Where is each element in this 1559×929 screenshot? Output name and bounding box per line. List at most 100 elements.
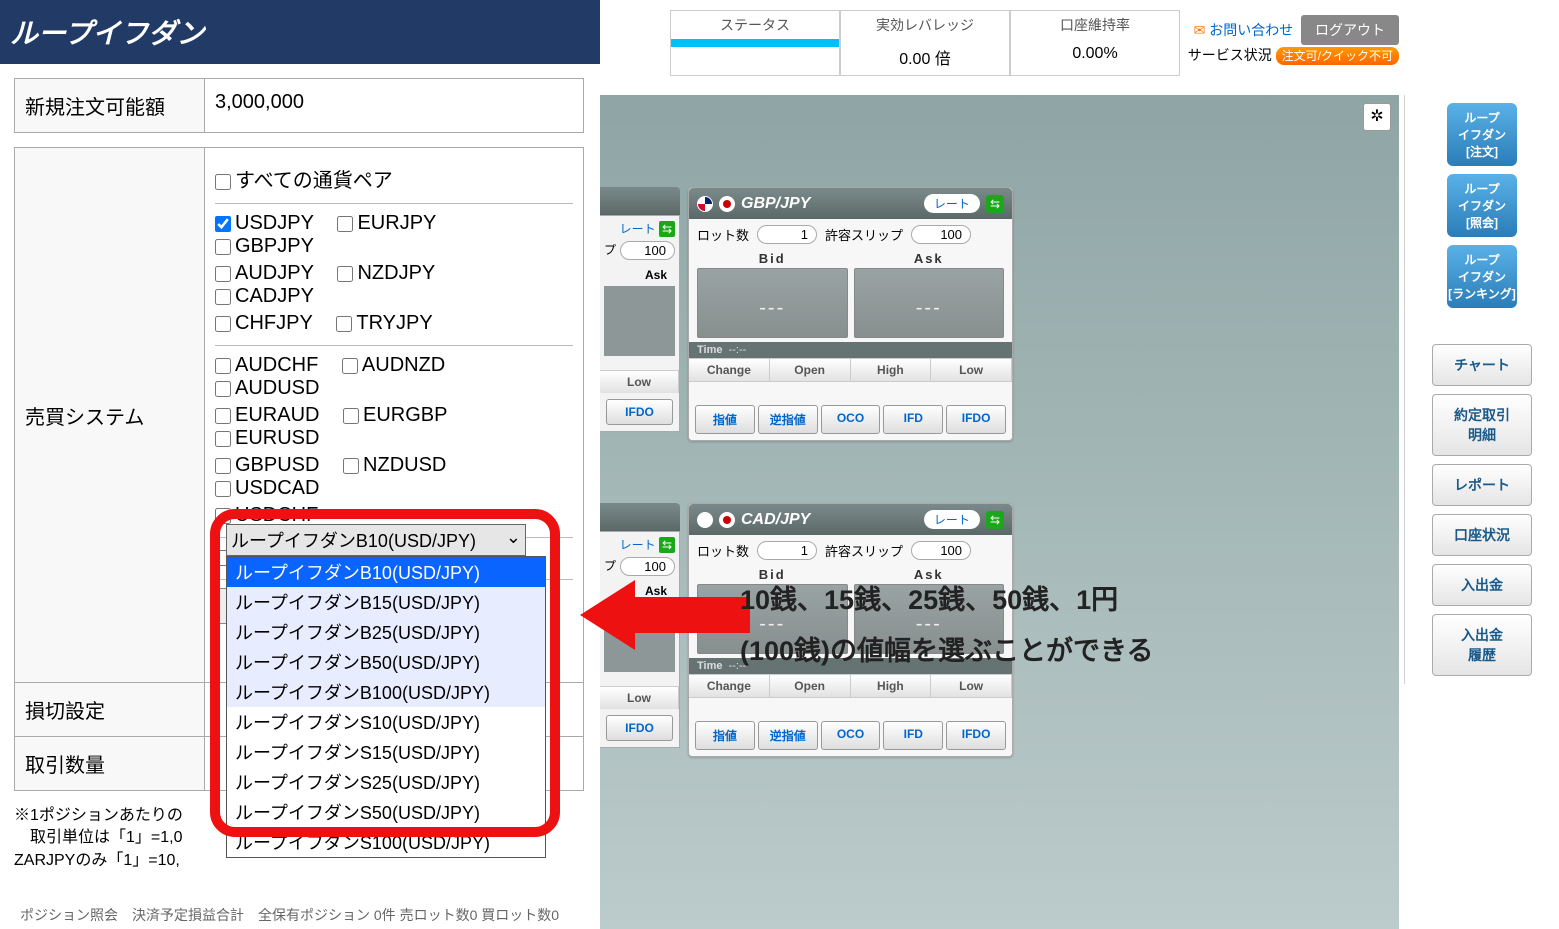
checkbox-cadjpy[interactable]: CADJPY <box>215 285 314 308</box>
lot-input[interactable] <box>757 541 817 560</box>
ask-label: Ask <box>600 580 679 602</box>
change-label: Change <box>689 359 770 381</box>
sync-icon[interactable]: ⇆ <box>986 195 1004 213</box>
checkbox-nzdjpy[interactable]: NZDJPY <box>337 262 435 285</box>
dropdown-option[interactable]: ループイフダンB100(USD/JPY) <box>227 677 545 707</box>
leverage-value: 0.00 倍 <box>841 39 1009 75</box>
low-label: Low <box>931 675 1012 697</box>
checkbox-tryjpy[interactable]: TRYJPY <box>336 312 432 335</box>
flag-gb-icon <box>697 196 713 212</box>
side-account[interactable]: 口座状況 <box>1432 514 1532 556</box>
leverage-label: 実効レバレッジ <box>841 11 1009 39</box>
bottom-status: ポジション照会 決済予定損益合計 全保有ポジション 0件 売ロット数0 買ロット… <box>20 905 559 925</box>
amount-label: 新規注文可能額 <box>15 79 205 133</box>
side-loop-order[interactable]: ループイフダン[注文] <box>1447 103 1517 166</box>
checkbox-usdjpy[interactable]: USDJPY <box>215 212 314 235</box>
lot-input[interactable] <box>757 225 817 244</box>
side-deposit-history[interactable]: 入出金履歴 <box>1432 614 1532 676</box>
dropdown-option[interactable]: ループイフダンB50(USD/JPY) <box>227 647 545 677</box>
low-label: Low <box>600 687 679 709</box>
open-label: Open <box>770 675 851 697</box>
dropdown-option[interactable]: ループイフダンS50(USD/JPY) <box>227 797 545 827</box>
rate-button[interactable]: レート <box>924 194 980 213</box>
ifdo-button[interactable]: IFDO <box>946 721 1006 750</box>
side-nav: ループイフダン[注文] ループイフダン[照会] ループイフダン[ランキング] チ… <box>1404 95 1559 684</box>
stop-button[interactable]: 逆指値 <box>758 721 818 750</box>
side-chart[interactable]: チャート <box>1432 344 1532 386</box>
flag-jp-icon <box>719 196 735 212</box>
pair-label: GBP/JPY <box>741 195 918 213</box>
side-report[interactable]: レポート <box>1432 464 1532 506</box>
change-label: Change <box>689 675 770 697</box>
checkbox-euraud[interactable]: EURAUD <box>215 404 319 427</box>
stop-button[interactable]: 逆指値 <box>758 405 818 434</box>
settings-button[interactable]: ✲ <box>1363 103 1391 131</box>
ask-quote[interactable]: Ask--- <box>854 584 1005 654</box>
slip-input[interactable]: 100 <box>620 241 675 260</box>
checkbox-gbpjpy[interactable]: GBPJPY <box>215 235 314 258</box>
checkbox-audchf[interactable]: AUDCHF <box>215 354 318 377</box>
rate-button[interactable]: レート <box>924 510 980 529</box>
dropdown-option[interactable]: ループイフダンB15(USD/JPY) <box>227 587 545 617</box>
slip-input[interactable] <box>911 541 971 560</box>
oco-button[interactable]: OCO <box>821 721 881 750</box>
dropdown-option[interactable]: ループイフダンS10(USD/JPY) <box>227 707 545 737</box>
dropdown-option[interactable]: ループイフダンS100(USD/JPY) <box>227 827 545 857</box>
loss-label: 損切設定 <box>15 683 205 737</box>
low-label: Low <box>931 359 1012 381</box>
bid-quote[interactable]: Bid--- <box>697 268 848 338</box>
checkbox-all-pairs[interactable]: すべての通貨ペア <box>215 164 393 193</box>
high-label: High <box>851 359 932 381</box>
slip-input[interactable] <box>911 225 971 244</box>
gear-icon: ✲ <box>1370 108 1383 125</box>
limit-button[interactable]: 指値 <box>695 721 755 750</box>
oco-button[interactable]: OCO <box>821 405 881 434</box>
checkbox-eurjpy[interactable]: EURJPY <box>337 212 436 235</box>
ifdo-button[interactable]: IFDO <box>606 715 673 741</box>
open-label: Open <box>770 359 851 381</box>
system-dropdown[interactable]: ループイフダンB10(USD/JPY) ⌄ ループイフダンB10(USD/JPY… <box>226 524 546 858</box>
dropdown-option[interactable]: ループイフダンS25(USD/JPY) <box>227 767 545 797</box>
dropdown-selected[interactable]: ループイフダンB10(USD/JPY) ⌄ <box>226 524 526 556</box>
slip-input[interactable]: 100 <box>620 557 675 576</box>
checkbox-eurusd[interactable]: EURUSD <box>215 427 319 450</box>
checkbox-audusd[interactable]: AUDUSD <box>215 377 319 400</box>
checkbox-audjpy[interactable]: AUDJPY <box>215 262 314 285</box>
checkbox-audnzd[interactable]: AUDNZD <box>342 354 445 377</box>
ask-label: Ask <box>600 264 679 286</box>
limit-button[interactable]: 指値 <box>695 405 755 434</box>
ifd-button[interactable]: IFD <box>883 721 943 750</box>
checkbox-eurgbp[interactable]: EURGBP <box>343 404 447 427</box>
system-label: 売買システム <box>15 148 205 683</box>
bid-quote[interactable]: Bid--- <box>697 584 848 654</box>
side-loop-ranking[interactable]: ループイフダン[ランキング] <box>1447 245 1517 308</box>
checkbox-gbpusd[interactable]: GBPUSD <box>215 454 319 477</box>
sync-icon[interactable]: ⇆ <box>986 511 1004 529</box>
low-label: Low <box>600 371 679 393</box>
high-label: High <box>851 675 932 697</box>
checkbox-chfjpy[interactable]: CHFJPY <box>215 312 313 335</box>
dropdown-option[interactable]: ループイフダンB25(USD/JPY) <box>227 617 545 647</box>
ifd-button[interactable]: IFD <box>883 405 943 434</box>
side-deposit[interactable]: 入出金 <box>1432 564 1532 606</box>
qty-label: 取引数量 <box>15 737 205 791</box>
rate-panel-gbpjpy: GBP/JPY レート ⇆ ロット数 許容スリップ Bid--- Ask--- … <box>688 187 1013 441</box>
slip-label: 許容スリップ <box>825 225 903 244</box>
checkbox-nzdusd[interactable]: NZDUSD <box>343 454 446 477</box>
side-loop-inquiry[interactable]: ループイフダン[照会] <box>1447 174 1517 237</box>
flag-ca-icon <box>697 512 713 528</box>
lot-label: ロット数 <box>697 225 749 244</box>
dropdown-option[interactable]: ループイフダンS15(USD/JPY) <box>227 737 545 767</box>
pair-label: CAD/JPY <box>741 511 918 529</box>
side-execution[interactable]: 約定取引明細 <box>1432 394 1532 456</box>
ifdo-button[interactable]: IFDO <box>946 405 1006 434</box>
logout-button[interactable]: ログアウト <box>1301 15 1399 45</box>
ask-quote[interactable]: Ask--- <box>854 268 1005 338</box>
inquiry-link[interactable]: お問い合わせ <box>1209 22 1293 38</box>
checkbox-usdcad[interactable]: USDCAD <box>215 477 319 500</box>
margin-label: 口座維持率 <box>1011 11 1179 39</box>
ifdo-button[interactable]: IFDO <box>606 399 673 425</box>
service-status-label: サービス状況 <box>1188 47 1272 63</box>
dropdown-option[interactable]: ループイフダンB10(USD/JPY) <box>227 557 545 587</box>
status-bar: ステータス 実効レバレッジ0.00 倍 口座維持率0.00% <box>670 10 1180 76</box>
